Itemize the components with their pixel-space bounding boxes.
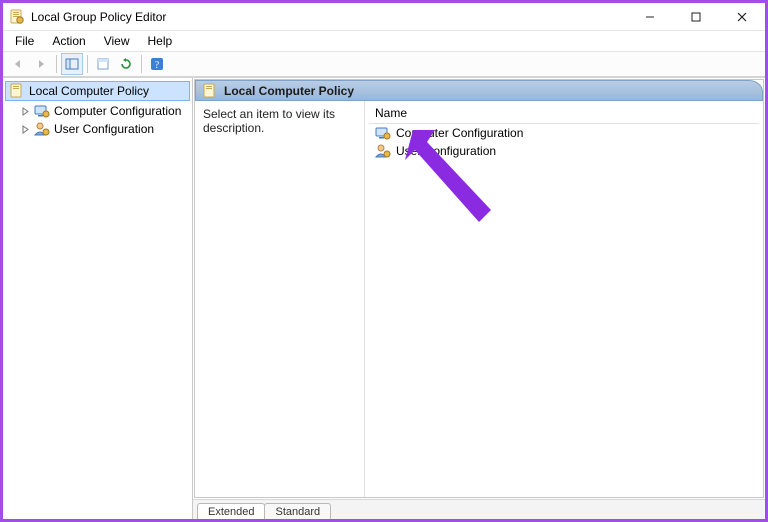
refresh-icon	[119, 57, 133, 71]
expander-icon[interactable]	[21, 125, 30, 134]
window-controls	[627, 3, 765, 31]
forward-button[interactable]	[30, 53, 52, 75]
show-hide-tree-icon	[65, 57, 79, 71]
app-window: Local Group Policy Editor File Action Vi…	[0, 0, 768, 522]
help-icon: ?	[150, 57, 164, 71]
window-title: Local Group Policy Editor	[31, 10, 627, 24]
menu-action[interactable]: Action	[44, 32, 93, 50]
computer-config-icon	[375, 125, 391, 141]
help-button[interactable]: ?	[146, 53, 168, 75]
list-item-computer-configuration[interactable]: Computer Configuration	[369, 124, 759, 142]
back-button[interactable]	[7, 53, 29, 75]
expander-icon[interactable]	[21, 107, 30, 116]
description-column: Select an item to view its description.	[195, 101, 365, 497]
tree-item-label: User Configuration	[54, 122, 154, 136]
titlebar: Local Group Policy Editor	[3, 3, 765, 31]
column-header-label: Name	[375, 106, 407, 120]
toolbar-separator	[141, 55, 142, 73]
tab-standard[interactable]: Standard	[264, 503, 331, 519]
properties-icon	[96, 57, 110, 71]
content-header-tab: Local Computer Policy	[195, 80, 763, 100]
content-header: Local Computer Policy	[195, 80, 763, 100]
tree-item-label: Computer Configuration	[54, 104, 181, 118]
tree-root-local-computer-policy[interactable]: Local Computer Policy	[5, 81, 190, 101]
tree-item-computer-configuration[interactable]: Computer Configuration	[15, 102, 192, 120]
menubar: File Action View Help	[3, 31, 765, 51]
content-inner: Local Computer Policy Select an item to …	[194, 79, 764, 498]
column-header-name[interactable]: Name	[369, 103, 759, 124]
tree-item-user-configuration[interactable]: User Configuration	[15, 120, 192, 138]
user-config-icon	[34, 121, 50, 137]
properties-button[interactable]	[92, 53, 114, 75]
policy-doc-icon	[9, 83, 25, 99]
back-icon	[11, 57, 25, 71]
app-icon	[9, 9, 25, 25]
user-config-icon	[375, 143, 391, 159]
computer-config-icon	[34, 103, 50, 119]
menu-view[interactable]: View	[96, 32, 138, 50]
maximize-button[interactable]	[673, 3, 719, 31]
list-column: Name Computer Configuration	[365, 101, 763, 497]
show-hide-tree-button[interactable]	[61, 53, 83, 75]
main-split: Local Computer Policy Computer Configura…	[3, 77, 765, 519]
list-item-user-configuration[interactable]: User Configuration	[369, 142, 759, 160]
tree-pane[interactable]: Local Computer Policy Computer Configura…	[3, 78, 193, 519]
content-header-title: Local Computer Policy	[224, 84, 354, 98]
minimize-button[interactable]	[627, 3, 673, 31]
content-pane: Local Computer Policy Select an item to …	[193, 78, 765, 519]
description-text: Select an item to view its description.	[203, 107, 335, 135]
tree-root-label: Local Computer Policy	[29, 84, 149, 98]
svg-text:?: ?	[155, 60, 160, 71]
menu-help[interactable]: Help	[140, 32, 181, 50]
bottom-tabs: Extended Standard	[193, 499, 765, 519]
list-item-label: Computer Configuration	[396, 126, 523, 140]
close-button[interactable]	[719, 3, 765, 31]
toolbar: ?	[3, 51, 765, 77]
policy-doc-icon	[202, 83, 218, 99]
forward-icon	[34, 57, 48, 71]
tab-extended[interactable]: Extended	[197, 503, 265, 519]
toolbar-separator	[56, 55, 57, 73]
menu-file[interactable]: File	[7, 32, 42, 50]
list-item-label: User Configuration	[396, 144, 496, 158]
refresh-button[interactable]	[115, 53, 137, 75]
content-body: Select an item to view its description. …	[195, 100, 763, 497]
toolbar-separator	[87, 55, 88, 73]
